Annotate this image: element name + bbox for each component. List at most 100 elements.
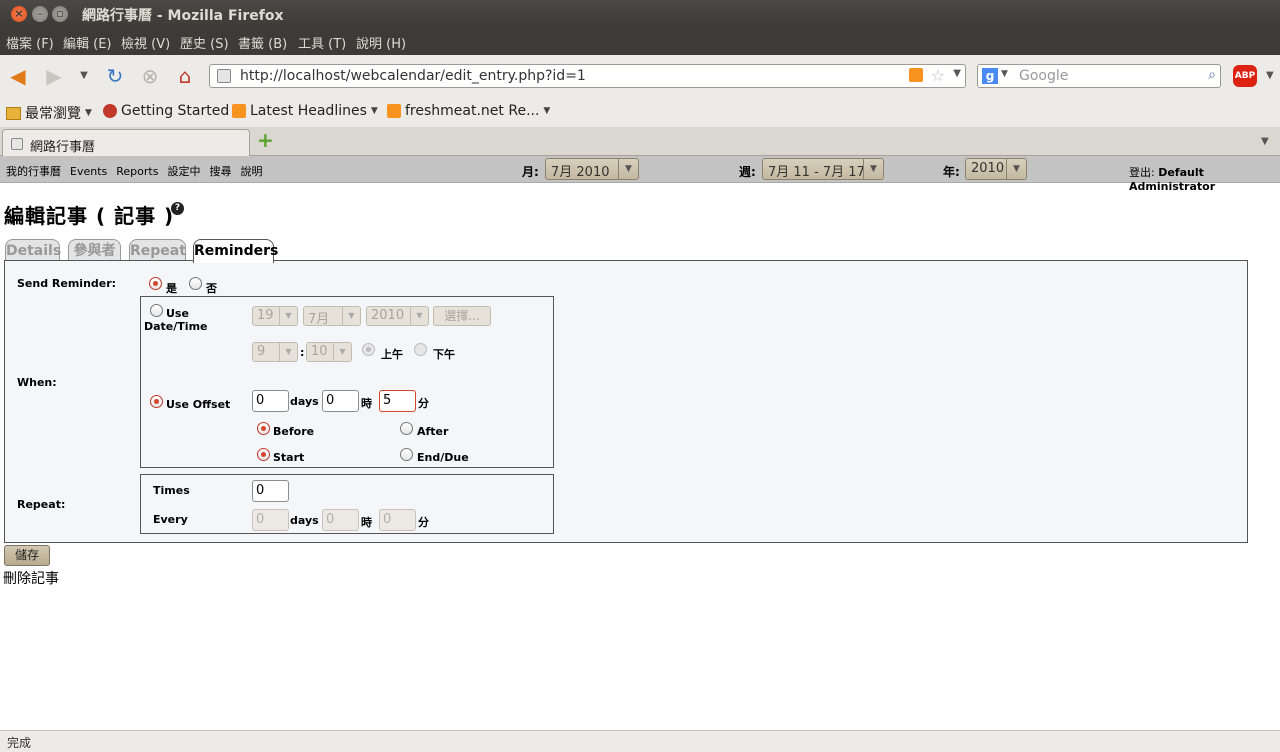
close-window-icon[interactable]: × — [11, 6, 27, 22]
delete-entry-link[interactable]: 刪除記事 — [3, 568, 59, 588]
logout-link[interactable]: 登出: — [1129, 166, 1155, 179]
end-due-radio[interactable] — [400, 448, 413, 461]
start-radio[interactable] — [257, 448, 270, 461]
bookmark-label: Getting Started — [121, 103, 230, 119]
month-select-value: 7月 2010 — [551, 165, 610, 180]
address-bar[interactable]: http://localhost/webcalendar/edit_entry.… — [209, 64, 966, 88]
chevron-down-icon: ▼ — [543, 106, 551, 116]
status-bar: 完成 — [0, 730, 1280, 752]
bookmark-star-icon[interactable]: ☆ — [931, 66, 945, 85]
offset-minutes-input[interactable]: 5 — [379, 390, 416, 412]
bookmark-most-visited[interactable]: 最常瀏覽 ▼ — [6, 103, 92, 123]
week-select[interactable]: 7月 11 - 7月 17 ▼ — [762, 158, 884, 180]
tab-reminders[interactable]: Reminders — [193, 239, 278, 263]
before-label: Before — [273, 425, 315, 438]
menu-history[interactable]: 歷史 (S) — [180, 33, 229, 52]
tab-webcalendar[interactable]: 網路行事曆 — [2, 129, 250, 156]
bookmark-label: Latest Headlines — [250, 103, 367, 119]
date-month-select[interactable]: 7月 ▼ — [303, 306, 361, 327]
reload-icon[interactable]: ↻ — [103, 64, 127, 88]
search-icon[interactable]: ⌕ — [1208, 67, 1216, 83]
hours-label: 時 — [361, 397, 372, 410]
every-hours-input[interactable]: 0 — [322, 509, 359, 531]
year-select-value: 2010 — [971, 161, 1005, 176]
every-days-label: days — [290, 514, 319, 527]
time-hour-select[interactable]: 9 ▼ — [252, 342, 298, 362]
before-radio[interactable] — [257, 422, 270, 435]
nav-settings[interactable]: 設定中 — [167, 165, 200, 178]
bookmark-getting-started[interactable]: Getting Started — [103, 103, 229, 119]
every-days-input[interactable]: 0 — [252, 509, 289, 531]
menu-file[interactable]: 檔案 (F) — [6, 33, 54, 52]
select-value: 9 — [257, 344, 266, 359]
am-radio[interactable] — [362, 343, 375, 356]
send-reminder-yes-radio[interactable] — [149, 277, 162, 290]
calendar-links: 我的行事曆 Events Reports 設定中 搜尋 說明 — [6, 163, 271, 179]
select-value: 2010 — [371, 308, 405, 323]
date-year-select[interactable]: 2010 ▼ — [366, 306, 429, 326]
nav-help[interactable]: 說明 — [240, 165, 262, 178]
every-minutes-label: 分 — [418, 516, 429, 529]
every-minutes-input[interactable]: 0 — [379, 509, 416, 531]
url-dropdown-icon[interactable]: ▼ — [953, 68, 961, 79]
chevron-down-icon: ▼ — [279, 343, 297, 361]
time-minute-select[interactable]: 10 ▼ — [306, 342, 352, 362]
tab-repeat[interactable]: Repeat — [129, 239, 186, 262]
menu-tools[interactable]: 工具 (T) — [298, 33, 346, 52]
site-identity-icon[interactable] — [217, 69, 231, 83]
select-value: 10 — [311, 344, 328, 359]
week-select-value: 7月 11 - 7月 17 — [768, 165, 865, 180]
nav-my-calendar[interactable]: 我的行事曆 — [6, 165, 61, 178]
menu-view[interactable]: 檢視 (V) — [121, 33, 170, 52]
nav-events[interactable]: Events — [70, 165, 107, 178]
page-content: 我的行事曆 Events Reports 設定中 搜尋 說明 月: 7月 2010 ▼ 週:… — [0, 156, 1280, 730]
date-day-select[interactable]: 19 ▼ — [252, 306, 298, 326]
tab-participants[interactable]: 參與者 — [68, 239, 121, 262]
time-separator: : — [300, 346, 305, 359]
send-reminder-no-radio[interactable] — [189, 277, 202, 290]
new-tab-icon[interactable]: + — [257, 130, 274, 150]
tab-details[interactable]: Details — [5, 239, 61, 262]
when-box: Use Date/Time 19 ▼ 7月 ▼ 2010 ▼ 選擇... 9 ▼ : 1… — [140, 296, 554, 468]
offset-hours-input[interactable]: 0 — [322, 390, 359, 412]
bookmark-latest-headlines[interactable]: Latest Headlines ▼ — [232, 103, 378, 119]
menu-bookmarks[interactable]: 書籤 (B) — [238, 33, 287, 52]
year-select[interactable]: 2010 ▼ — [965, 158, 1027, 180]
pm-radio[interactable] — [414, 343, 427, 356]
search-placeholder[interactable]: Google — [1019, 68, 1068, 84]
chevron-down-icon: ▼ — [410, 307, 428, 325]
calendar-navbar: 我的行事曆 Events Reports 設定中 搜尋 說明 月: 7月 2010 ▼ 週:… — [0, 156, 1280, 193]
adblock-dropdown-icon[interactable]: ▼ — [1266, 70, 1274, 81]
history-dropdown-icon[interactable]: ▼ — [78, 64, 90, 88]
maximize-window-icon[interactable]: ▫ — [52, 6, 68, 22]
menu-edit[interactable]: 編輯 (E) — [63, 33, 112, 52]
back-icon[interactable]: ◀ — [6, 64, 30, 88]
tab-favicon-icon — [11, 138, 23, 150]
nav-search[interactable]: 搜尋 — [209, 165, 231, 178]
offset-days-input[interactable]: 0 — [252, 390, 289, 412]
url-text[interactable]: http://localhost/webcalendar/edit_entry.… — [240, 68, 586, 84]
nav-reports[interactable]: Reports — [116, 165, 158, 178]
use-offset-radio[interactable] — [150, 395, 163, 408]
bookmark-freshmeat[interactable]: freshmeat.net Re... ▼ — [387, 103, 550, 119]
stop-icon[interactable]: ⊗ — [138, 64, 162, 88]
month-select[interactable]: 7月 2010 ▼ — [545, 158, 639, 180]
repeat-label: Repeat: — [17, 498, 66, 511]
date-picker-button[interactable]: 選擇... — [433, 306, 491, 326]
search-engine-icon[interactable]: g — [982, 68, 998, 84]
menu-help[interactable]: 說明 (H) — [356, 33, 406, 52]
save-button[interactable]: 儲存 — [4, 545, 50, 566]
rss-feed-icon[interactable] — [909, 68, 923, 82]
tab-list-dropdown-icon[interactable]: ▼ — [1261, 136, 1269, 147]
after-radio[interactable] — [400, 422, 413, 435]
forward-icon[interactable]: ▶ — [42, 64, 66, 88]
adblock-icon[interactable]: ABP — [1233, 65, 1257, 87]
search-bar[interactable]: g ▼ Google ⌕ — [977, 64, 1221, 88]
home-icon[interactable]: ⌂ — [173, 64, 197, 88]
minimize-window-icon[interactable]: – — [32, 6, 48, 22]
search-engine-dropdown-icon[interactable]: ▼ — [1001, 69, 1008, 79]
repeat-times-input[interactable]: 0 — [252, 480, 289, 502]
every-hours-label: 時 — [361, 516, 372, 529]
help-icon[interactable]: ? — [171, 202, 184, 215]
tab-bar: 網路行事曆 — [0, 127, 1280, 156]
